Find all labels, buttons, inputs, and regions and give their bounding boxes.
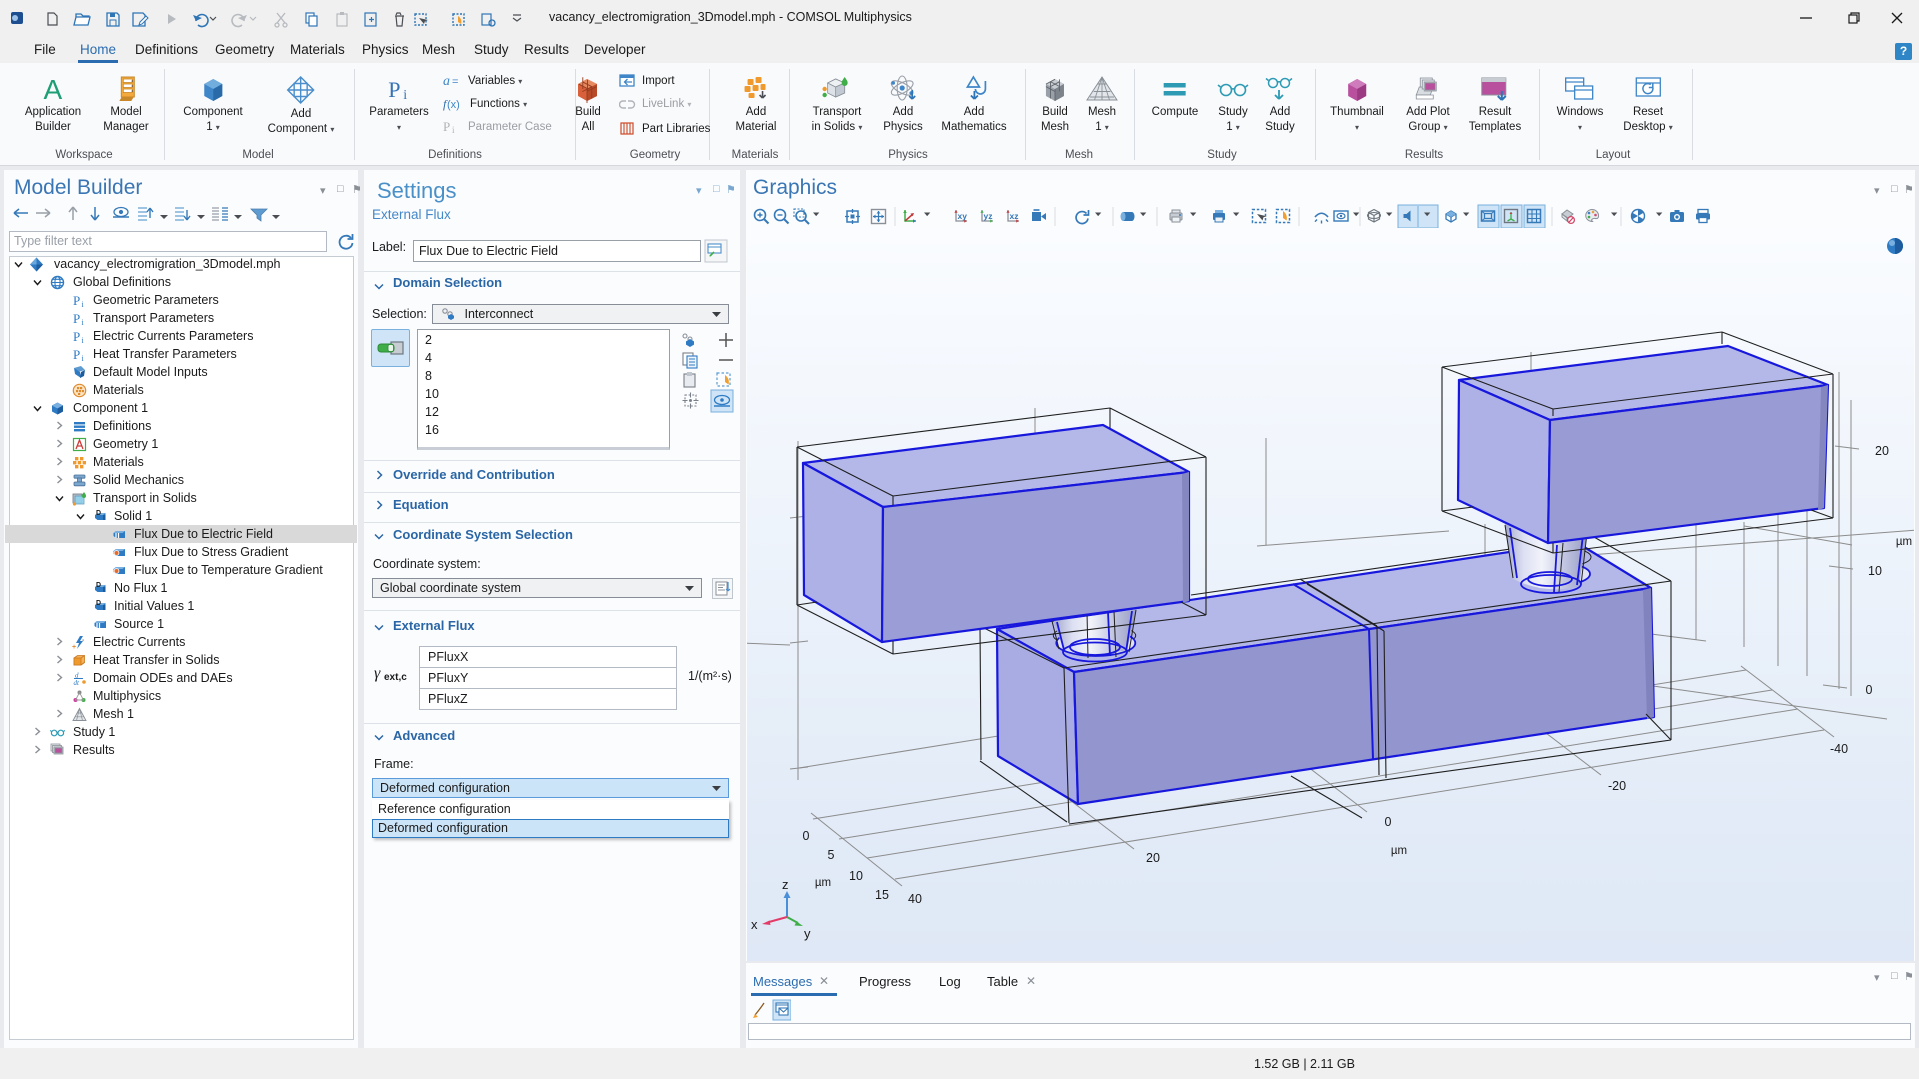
svg-text:i: i xyxy=(82,318,85,326)
svg-text:(x): (x) xyxy=(447,99,460,111)
svg-text:i: i xyxy=(82,354,85,362)
svg-text:xz: xz xyxy=(1010,211,1019,221)
svg-text:0: 0 xyxy=(803,829,810,843)
svg-text:a: a xyxy=(443,74,450,88)
svg-text:yz: yz xyxy=(984,211,993,221)
svg-text:i: i xyxy=(452,125,455,134)
svg-text:P: P xyxy=(73,347,80,362)
svg-text:i: i xyxy=(82,300,85,308)
svg-text:-20: -20 xyxy=(1608,779,1626,793)
svg-text:µm: µm xyxy=(815,877,831,889)
svg-text:P: P xyxy=(73,311,80,326)
svg-text:-40: -40 xyxy=(1830,742,1848,756)
svg-text:x: x xyxy=(751,917,758,932)
svg-text:µm: µm xyxy=(1391,845,1407,857)
svg-text:µm: µm xyxy=(1896,536,1912,548)
svg-text:-: - xyxy=(82,637,85,644)
svg-text:10: 10 xyxy=(1868,564,1882,578)
svg-text:0: 0 xyxy=(1385,815,1392,829)
svg-text:A: A xyxy=(44,75,63,103)
svg-text:10: 10 xyxy=(849,869,863,883)
svg-text:+: + xyxy=(72,644,76,650)
svg-text:y: y xyxy=(804,926,811,941)
svg-text:xy: xy xyxy=(958,211,968,221)
svg-text:P: P xyxy=(388,77,400,102)
svg-text:20: 20 xyxy=(1146,851,1160,865)
svg-text:dt: dt xyxy=(74,679,81,686)
svg-text:P: P xyxy=(73,329,80,344)
svg-text:0: 0 xyxy=(1866,683,1873,697)
svg-text:40: 40 xyxy=(908,892,922,906)
svg-text:D: D xyxy=(96,510,101,517)
svg-text:i: i xyxy=(403,88,407,103)
svg-text:D: D xyxy=(96,582,101,589)
svg-text:i: i xyxy=(82,336,85,344)
svg-text:D: D xyxy=(96,600,101,607)
svg-text:P: P xyxy=(73,293,80,308)
svg-text:=: = xyxy=(452,76,458,88)
svg-text:z: z xyxy=(782,877,789,892)
svg-text:15: 15 xyxy=(875,888,889,902)
svg-text:5: 5 xyxy=(828,848,835,862)
svg-text:P: P xyxy=(443,119,450,134)
svg-text:20: 20 xyxy=(1875,444,1889,458)
